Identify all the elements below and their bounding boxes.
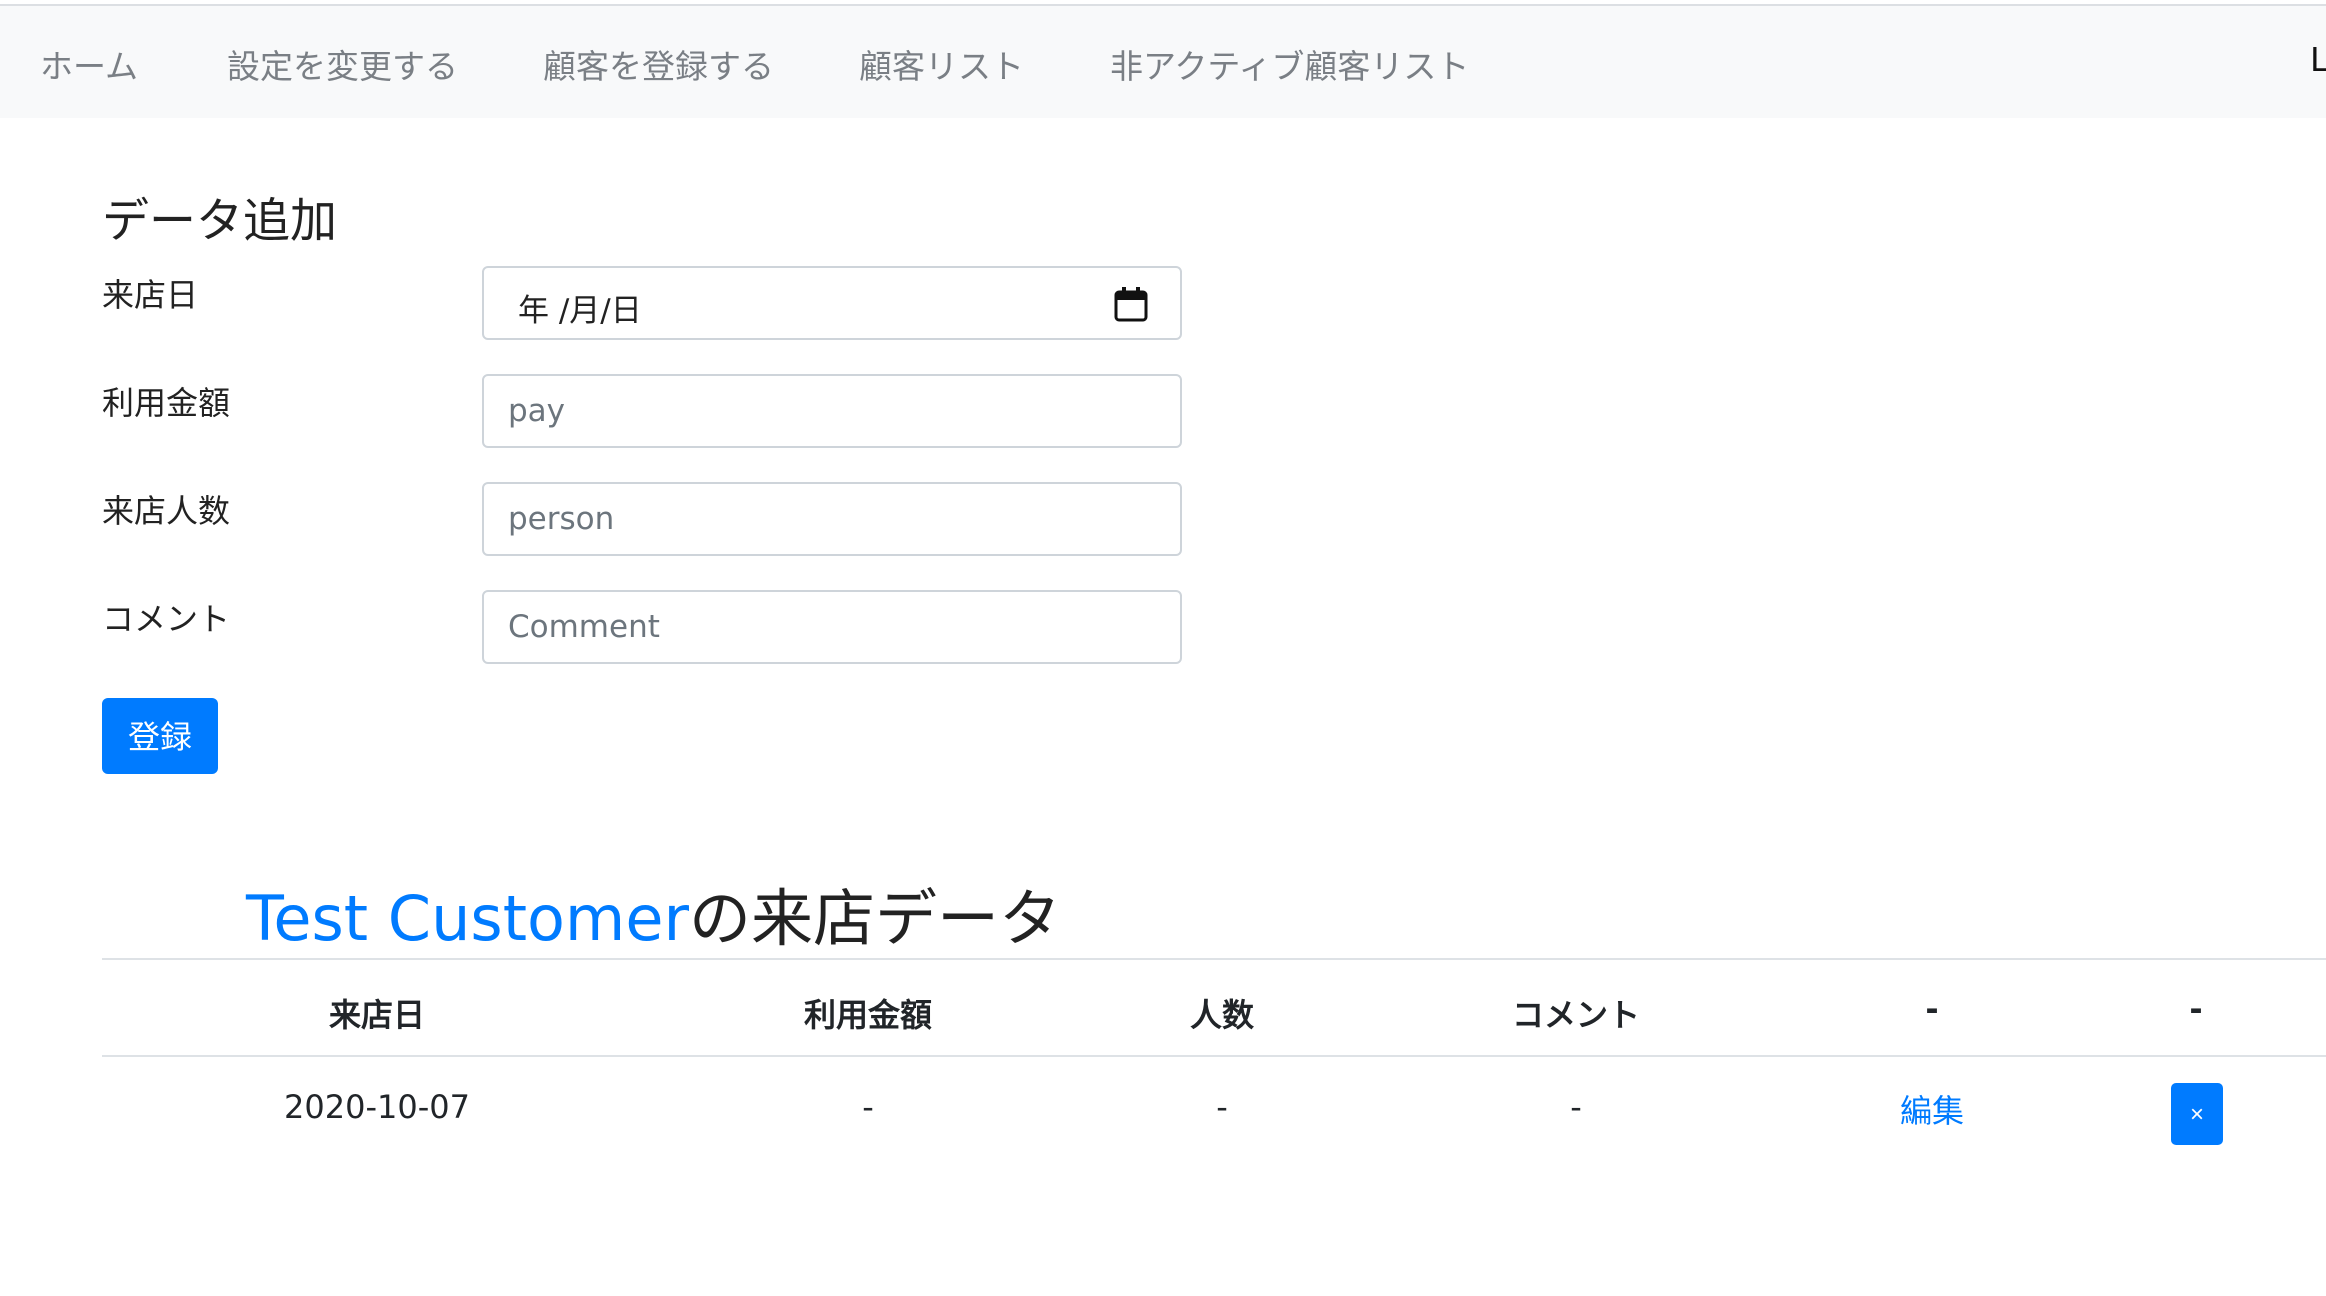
people-cell: - — [1216, 1088, 1228, 1126]
people-count-label: 来店人数 — [102, 492, 231, 530]
nav-register-customer[interactable]: 顧客を登録する — [543, 40, 774, 88]
edit-link[interactable]: 編集 — [1900, 1086, 1964, 1132]
column-header-delete: - — [2189, 990, 2203, 1028]
page: ホーム 設定を変更する 顧客を登録する 顧客リスト 非アクティブ顧客リスト L … — [0, 0, 2326, 1296]
form-title: データ追加 — [102, 194, 337, 249]
visits-title-suffix: の来店データ — [688, 882, 1061, 955]
amount-label: 利用金額 — [102, 384, 231, 422]
column-header-amount: 利用金額 — [803, 996, 933, 1034]
column-header-comment: コメント — [1511, 996, 1641, 1034]
comment-cell: - — [1570, 1088, 1582, 1126]
comment-label: コメント — [102, 600, 231, 638]
nav-home[interactable]: ホーム — [40, 40, 138, 88]
table-top-border — [102, 958, 2326, 960]
column-header-edit: - — [1925, 990, 1939, 1028]
amount-cell: - — [862, 1088, 874, 1126]
calendar-icon[interactable] — [1114, 286, 1148, 322]
nav-settings[interactable]: 設定を変更する — [227, 40, 458, 88]
amount-input[interactable] — [482, 374, 1182, 448]
visits-title: Test Customerの来店データ — [246, 868, 1061, 958]
people-count-input[interactable] — [482, 482, 1182, 556]
comment-input[interactable] — [482, 590, 1182, 664]
visit-date-input[interactable]: 年 /月/日 — [482, 266, 1182, 340]
table-header-border — [102, 1055, 2326, 1057]
visit-date-label: 来店日 — [102, 276, 199, 314]
navbar: ホーム 設定を変更する 顧客を登録する 顧客リスト 非アクティブ顧客リスト L — [0, 6, 2326, 118]
nav-right-item[interactable]: L — [2310, 40, 2326, 79]
column-header-people: 人数 — [1189, 996, 1255, 1034]
delete-button[interactable]: × — [2171, 1083, 2223, 1145]
nav-customer-list[interactable]: 顧客リスト — [859, 40, 1024, 88]
register-button[interactable]: 登録 — [102, 698, 218, 774]
nav-inactive-customer-list[interactable]: 非アクティブ顧客リスト — [1110, 40, 1469, 88]
visit-date-value: 年 /月/日 — [518, 293, 642, 329]
visit-date-cell: 2020-10-07 — [284, 1088, 470, 1126]
column-header-visit-date: 来店日 — [328, 996, 426, 1034]
customer-name: Test Customer — [246, 882, 689, 955]
